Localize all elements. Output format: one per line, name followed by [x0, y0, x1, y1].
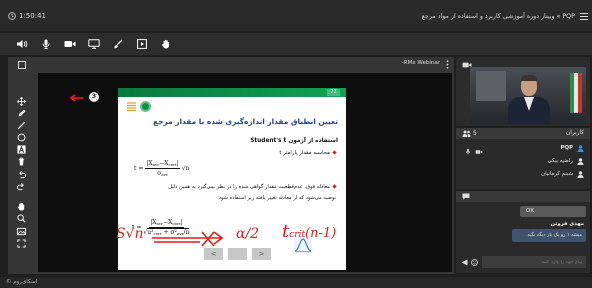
slide-bullet: معادله فوق، عدم‌قطعیت مقدار گواهی شده را… [168, 184, 337, 190]
formula-lhs: t = [134, 165, 144, 172]
presenter-hair [521, 75, 537, 81]
ink-annotation-middle: α/2 [236, 226, 260, 242]
chat-message: OK [520, 206, 586, 217]
redo-icon[interactable] [17, 182, 26, 191]
slide-thumbnails-button[interactable] [228, 248, 247, 260]
chat-panel: OK مهدی فروتن میشه ۱ رو یک بار دیگه بگید [456, 191, 590, 273]
brand-footer: اسکای‌روم © [6, 279, 38, 285]
presentation-label: -RMx Webinar [401, 60, 440, 66]
users-count: 5 [473, 130, 477, 137]
slide-title: تعیین انطباق مقدار اندازه‌گیری شده با مق… [153, 117, 338, 126]
user-name[interactable]: PQP [561, 145, 573, 151]
kebab-menu-icon[interactable] [446, 60, 449, 69]
organization-logo [127, 102, 136, 112]
bullet-text: محاسبه مقدار پارامتر t [279, 150, 330, 156]
bullet-marker [332, 150, 337, 155]
media-icon[interactable] [136, 39, 148, 49]
chat-message: میشه ۱ رو یک بار دیگه بگید [512, 229, 586, 242]
slide-bullet: محاسبه مقدار پارامتر t [279, 150, 337, 156]
text-icon[interactable] [17, 145, 26, 154]
ink-annotation-left: S√n [116, 226, 144, 242]
clock-icon [8, 12, 16, 20]
formula-numerator: |Xavr−Xcert| [149, 219, 184, 228]
num-part: | [180, 219, 183, 226]
hand-icon[interactable] [17, 202, 26, 211]
users-title: کاربران [565, 130, 584, 136]
slide-bullet-continued: توصیه می‌شود که از معادله تغییر یافته زی… [217, 195, 336, 201]
user-icon [577, 171, 584, 178]
fullscreen-icon[interactable] [17, 239, 26, 248]
pointer-arrow-icon [69, 94, 83, 102]
raise-hand-icon[interactable] [160, 39, 172, 49]
slide-number: 22 [327, 89, 340, 96]
top-bar: 1:50:41 PQP » وبینار دوره آموزشی کاربرد … [0, 0, 592, 31]
session-timer: 1:50:41 [8, 12, 46, 20]
ink-df: (n-1) [305, 226, 337, 241]
num-sub: cert [168, 162, 177, 167]
institute-logo [140, 101, 151, 112]
timer-text: 1:50:41 [19, 12, 46, 20]
send-icon[interactable] [461, 259, 468, 266]
users-header: 5 کاربران [456, 128, 590, 139]
ink-arrow [152, 231, 224, 247]
presenter-user-icon [577, 145, 584, 152]
brush-icon[interactable] [112, 39, 124, 49]
ink-annotation-right: tcrit(n-1) [282, 221, 336, 242]
move-icon[interactable] [17, 97, 26, 106]
formula-denominator: σavr [157, 169, 168, 177]
bullet-marker [332, 184, 337, 189]
users-panel: 5 کاربران PQP راضیه بیکی شبنم کرمانیان [456, 128, 590, 189]
video-background-window [476, 71, 506, 101]
speaker-icon[interactable] [16, 39, 28, 49]
undo-icon[interactable] [17, 170, 26, 179]
trash-icon[interactable] [17, 157, 26, 166]
chat-input[interactable] [482, 256, 586, 268]
annotation-badge: 3 [89, 92, 99, 102]
formula-factor: √n [181, 165, 190, 172]
cam-toggle-icon[interactable] [475, 149, 483, 155]
num-part: | [176, 160, 179, 167]
circle-icon[interactable] [17, 133, 26, 142]
users-icon [462, 130, 471, 137]
flag-red [578, 73, 582, 113]
window-title: PQP » وبینار دوره آموزشی کاربرد و استفاد… [421, 13, 575, 20]
pen-icon[interactable] [17, 109, 26, 118]
num-part: −X [163, 219, 173, 226]
presenter-video[interactable] [470, 67, 586, 124]
camera-icon[interactable] [64, 39, 76, 49]
zoom-icon[interactable] [17, 214, 26, 223]
den-sub: avr [161, 172, 168, 177]
num-part: −X [159, 160, 169, 167]
formula-numerator: |Xavr−Xcert| [145, 160, 180, 169]
menu-icon[interactable] [580, 13, 588, 20]
main-toolbar [0, 33, 592, 55]
chat-header [456, 191, 590, 202]
formula-fraction: |Xavr−Xcert| σavr [145, 160, 180, 177]
slide-header-strip [118, 88, 346, 97]
footer: اسکای‌روم © [0, 277, 592, 288]
image-icon[interactable] [17, 227, 26, 236]
microphone-icon[interactable] [40, 39, 52, 49]
mic-toggle-icon[interactable] [465, 148, 471, 155]
num-sub: cert [172, 221, 181, 226]
screen-share-icon[interactable] [88, 39, 100, 49]
chat-icon [462, 193, 470, 200]
video-panel [456, 57, 590, 126]
slide-method-line: استفاده از آزمون Student's t [250, 138, 338, 144]
layout-icon[interactable] [18, 61, 26, 69]
line-icon[interactable] [17, 121, 26, 130]
bullet-text: معادله فوق، عدم‌قطعیت مقدار گواهی شده را… [168, 184, 330, 190]
slide-next-button[interactable]: > [252, 248, 271, 260]
ink-crit: crit [289, 230, 306, 240]
user-icon [577, 158, 584, 165]
user-name[interactable]: راضیه بیکی [547, 158, 573, 164]
user-name[interactable]: شبنم کرمانیان [541, 171, 573, 177]
formula-t: t = |Xavr−Xcert| σavr √n [134, 160, 189, 177]
emoji-icon[interactable] [471, 259, 478, 266]
chat-author: مهدی فروتن [550, 221, 584, 227]
